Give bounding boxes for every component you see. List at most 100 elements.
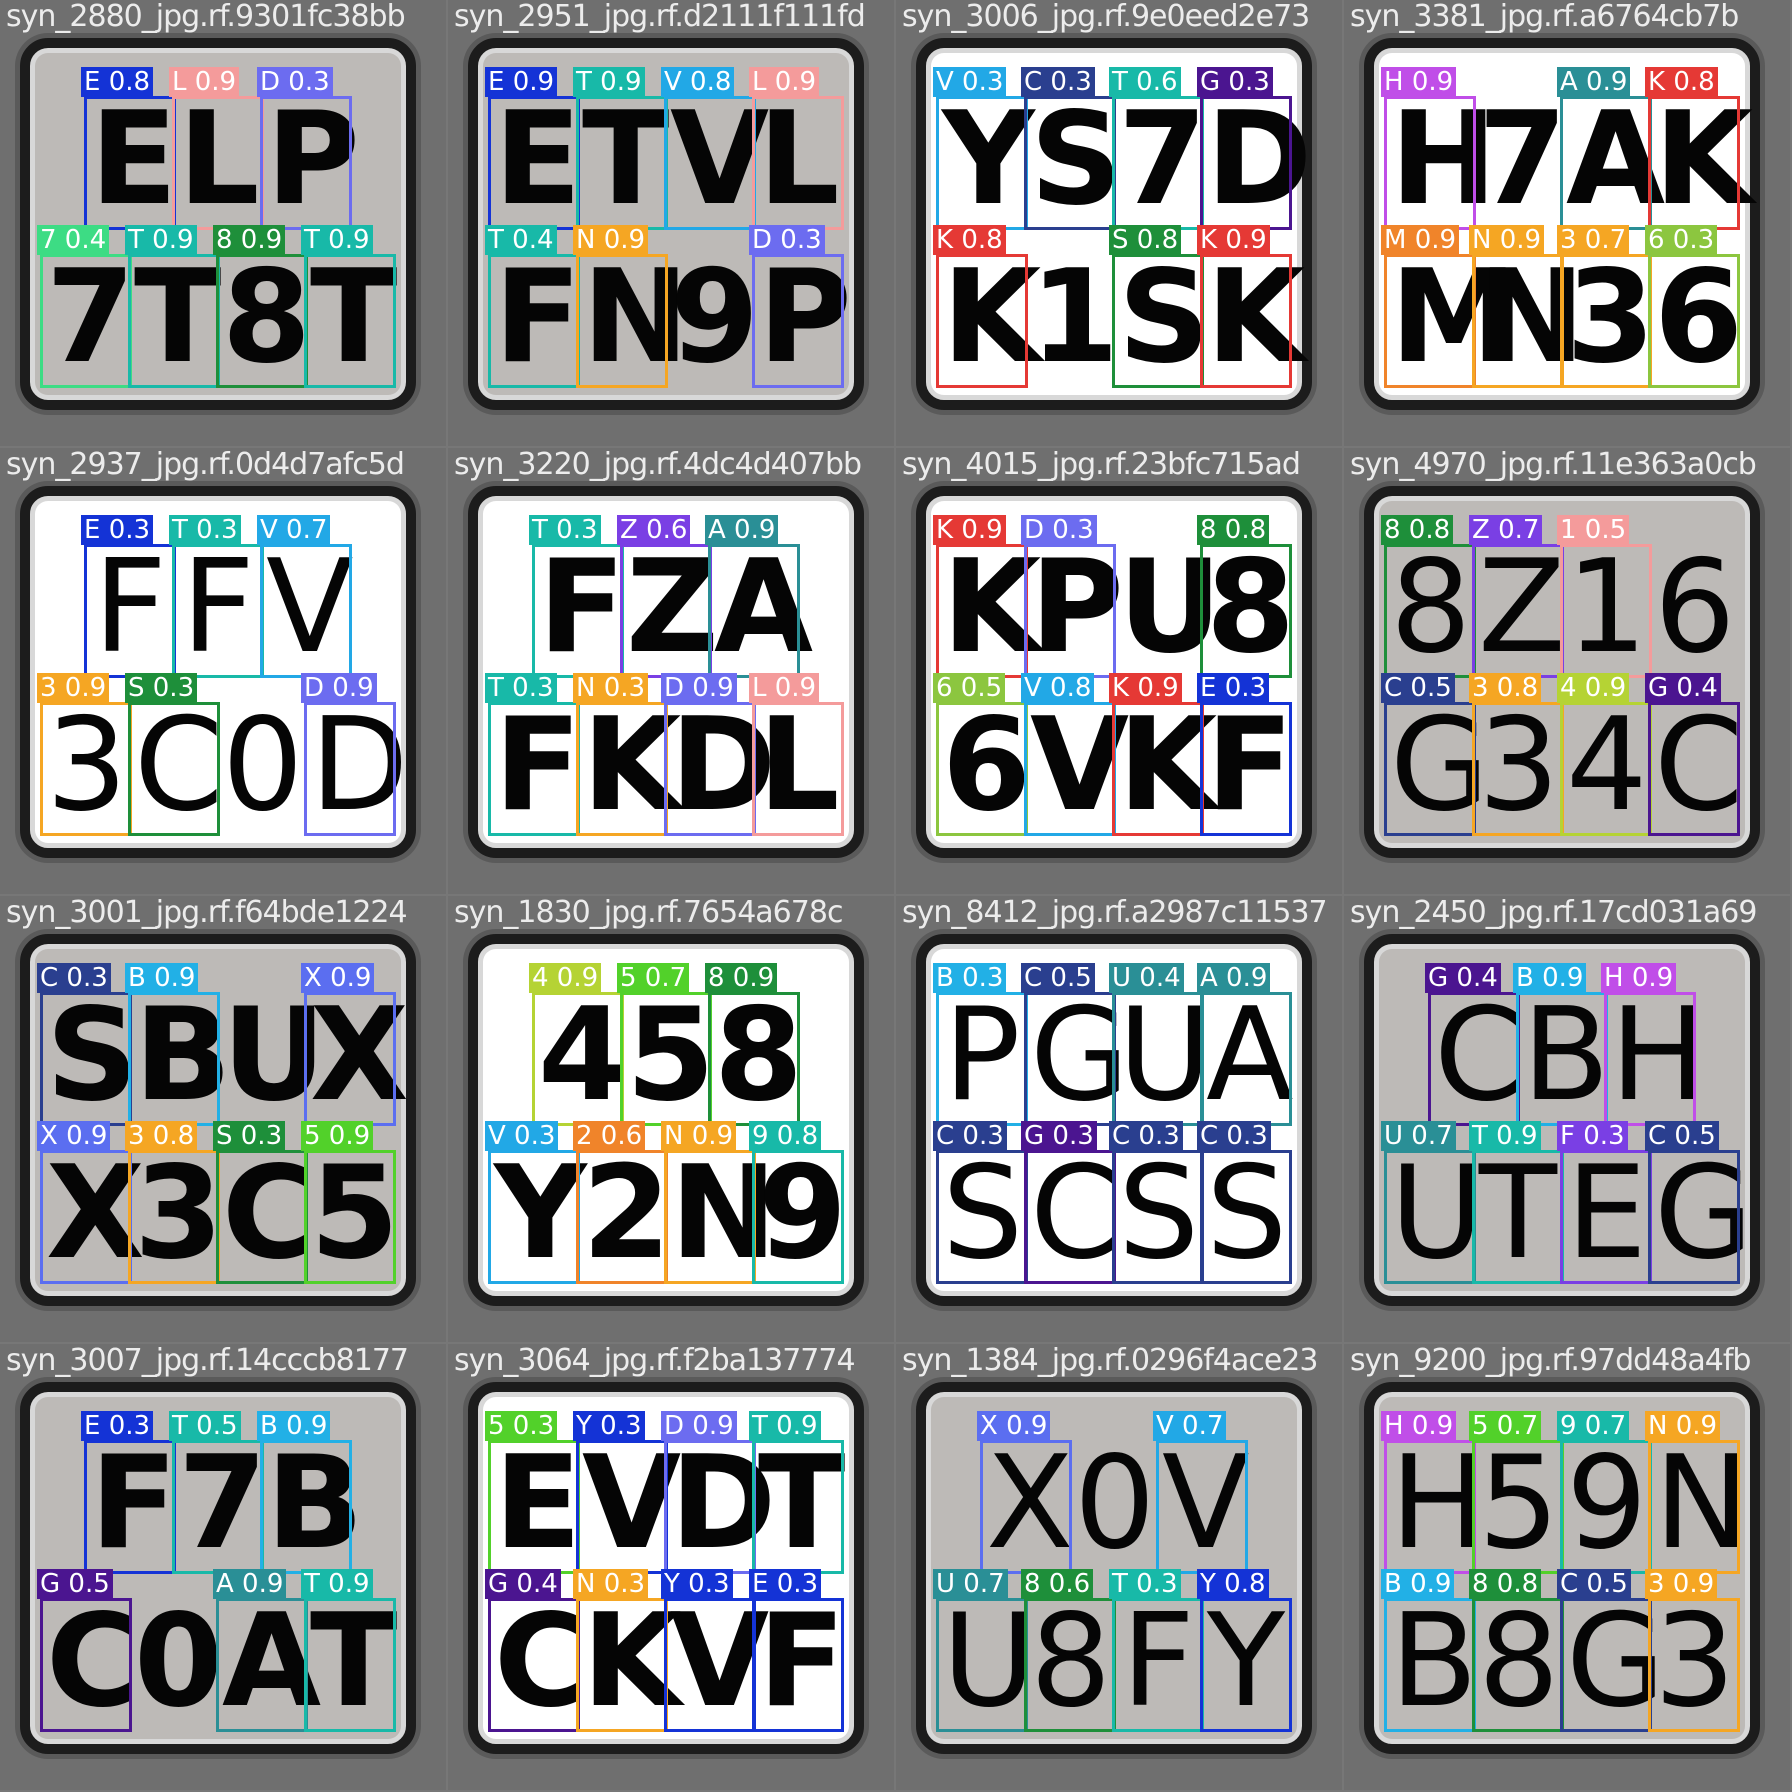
plate-character: VV 0.7: [257, 515, 354, 678]
detection-box: C 0.5: [1021, 963, 1116, 1126]
detection-label: T 0.6: [1109, 67, 1181, 97]
image-filename: syn_3007_jpg.rf.14cccb8177: [6, 1344, 409, 1378]
detection-label: X 0.9: [977, 1411, 1051, 1441]
detection-box: 8 0.8: [1469, 1569, 1564, 1732]
detection-label: N 0.9: [573, 225, 649, 255]
detection-box: V 0.7: [1153, 1411, 1248, 1574]
image-tile: EE 0.9 T T 0.9 V V 0.8 L L 0.9 F T 0.4 N N 0.9 9 P D …: [448, 0, 894, 446]
detection-label: N 0.9: [1645, 1411, 1721, 1441]
plate-row-top: E5 0.3 V Y 0.3 D D 0.9 T T 0.9: [484, 1411, 848, 1574]
plate-row-bot: UU 0.7 T T 0.9 E F 0.3 G C 0.5: [1380, 1121, 1753, 1284]
detection-label: V 0.8: [661, 67, 735, 97]
detection-box: T 0.4: [485, 225, 580, 388]
detection-label: U 0.7: [1381, 1121, 1456, 1151]
detection-box: E 0.8: [81, 67, 176, 230]
plate-row-top: 88 0.8 Z Z 0.7 1 1 0.5 6: [1380, 515, 1744, 678]
detection-box: 8 0.8: [1197, 515, 1292, 678]
detection-label: L 0.9: [749, 673, 820, 703]
detection-box: S 0.8: [1109, 225, 1204, 388]
plate-character: GC 0.5: [1021, 963, 1129, 1126]
image-filename: syn_8412_jpg.rf.a2987c11537: [902, 896, 1328, 930]
plate-character: BB 0.9: [1381, 1569, 1478, 1732]
detection-box: X 0.9: [977, 1411, 1072, 1574]
detection-box: G 0.3: [1021, 1121, 1116, 1284]
image-tile: FE 0.3 7 T 0.5 B B 0.9 C G 0.5 0 A A 0.9 T T 0.9 syn…: [0, 1344, 446, 1790]
detection-box: 9 0.8: [749, 1121, 844, 1284]
detection-box: Y 0.8: [1197, 1569, 1292, 1732]
detection-box: 3 0.9: [37, 673, 132, 836]
detection-box: 5 0.7: [1469, 1411, 1564, 1574]
image-filename: syn_1384_jpg.rf.0296f4ace23: [902, 1344, 1318, 1378]
detection-label: T 0.9: [301, 1569, 373, 1599]
detection-box: A 0.9: [1557, 67, 1652, 230]
detection-label: 6 0.3: [1645, 225, 1718, 255]
detection-box: C 0.5: [1381, 673, 1476, 836]
detection-label: 7 0.4: [37, 225, 110, 255]
plate-character: TT 0.9: [301, 225, 397, 388]
detection-label: G 0.4: [485, 1569, 561, 1599]
detection-box: 3 0.7: [1557, 225, 1652, 388]
detection-label: G 0.5: [37, 1569, 113, 1599]
plate-character: 7: [1478, 96, 1567, 224]
plate-character: AA 0.9: [1557, 67, 1665, 230]
detection-label: 3 0.9: [37, 673, 110, 703]
detection-label: V 0.8: [1021, 673, 1095, 703]
plate-character: 9: [670, 254, 759, 382]
image-tile: FE 0.3 F T 0.3 V V 0.7 3 3 0.9 C S 0.3 0 D D 0.9 syn…: [0, 448, 446, 894]
plate-character: LL 0.9: [169, 67, 264, 230]
image-filename: syn_3220_jpg.rf.4dc4d407bb: [454, 448, 862, 482]
plate-character: CG 0.4: [485, 1569, 588, 1732]
detection-label: N 0.9: [1469, 225, 1545, 255]
plate-row-top: PB 0.3 G C 0.5 U U 0.4 A A 0.9: [932, 963, 1296, 1126]
detection-box: 3 0.9: [1645, 1569, 1740, 1732]
image-tile: EE 0.8 L L 0.9 P D 0.3 7 7 0.4 T T 0.9 8 8 0.9 T T 0…: [0, 0, 446, 446]
plate-character: NN 0.9: [573, 225, 689, 388]
detection-label: H 0.9: [1381, 67, 1457, 97]
detection-box: V 0.3: [485, 1121, 580, 1284]
detection-box: C 0.3: [1021, 67, 1116, 230]
detection-box: T 0.5: [169, 1411, 264, 1574]
detection-label: E 0.3: [81, 515, 154, 545]
plate-character: BB 0.9: [1513, 963, 1610, 1126]
detection-box: D 0.3: [749, 225, 844, 388]
detection-box: 4 0.9: [1557, 673, 1652, 836]
plate-character: 88 0.9: [213, 225, 311, 388]
detection-label: 8 0.8: [1381, 515, 1454, 545]
plate-row-top: CG 0.4 B B 0.9 H H 0.9: [1380, 963, 1744, 1126]
image-tile: HH 0.9 7 A A 0.9 K K 0.8 M M 0.9 N N 0.9 3 3 0.7 6 6 …: [1344, 0, 1790, 446]
plate-character: FE 0.3: [749, 1569, 845, 1732]
detection-box: U 0.7: [933, 1569, 1028, 1732]
detection-label: E 0.3: [749, 1569, 822, 1599]
plate-character: 88 0.8: [1381, 515, 1476, 678]
plate-character: CG 0.4: [1425, 963, 1523, 1126]
plate-row-bot: 33 0.9 C S 0.3 0 D D 0.9: [36, 673, 409, 836]
detection-box: T 0.9: [749, 1411, 844, 1574]
detection-label: V 0.3: [933, 67, 1007, 97]
detection-box: 7 0.4: [37, 225, 132, 388]
plate-character: 88 0.9: [705, 963, 803, 1126]
plate-character: TT 0.9: [301, 1569, 397, 1732]
plate-character: U: [222, 992, 326, 1120]
plate-character: FE 0.3: [81, 1411, 177, 1574]
detection-box: Z 0.7: [1469, 515, 1564, 678]
plate-character: DD 0.9: [661, 673, 776, 836]
detection-label: K 0.9: [933, 515, 1006, 545]
detection-label: C 0.3: [1197, 1121, 1271, 1151]
detection-label: 8 0.8: [1469, 1569, 1542, 1599]
image-filename: syn_4015_jpg.rf.23bfc715ad: [902, 448, 1301, 482]
plate-row-top: EE 0.8 L L 0.9 P D 0.3: [36, 67, 400, 230]
detection-box: V 0.3: [933, 67, 1028, 230]
detection-label: T 0.4: [485, 225, 557, 255]
detection-box: S 0.3: [213, 1121, 308, 1284]
plate-character: 44 0.9: [1557, 673, 1652, 836]
plate-character: HH 0.9: [1601, 963, 1706, 1126]
detection-label: 5 0.9: [301, 1121, 374, 1151]
plate-character: YV 0.3: [933, 67, 1035, 230]
detection-box: L 0.9: [749, 673, 844, 836]
plate-character: BB 0.9: [257, 1411, 364, 1574]
plate-character: FE 0.3: [81, 515, 176, 678]
detection-label: G 0.3: [1197, 67, 1273, 97]
detection-box: G 0.3: [1197, 67, 1292, 230]
detection-box: 5 0.3: [485, 1411, 580, 1574]
detection-label: 4 0.9: [1557, 673, 1630, 703]
